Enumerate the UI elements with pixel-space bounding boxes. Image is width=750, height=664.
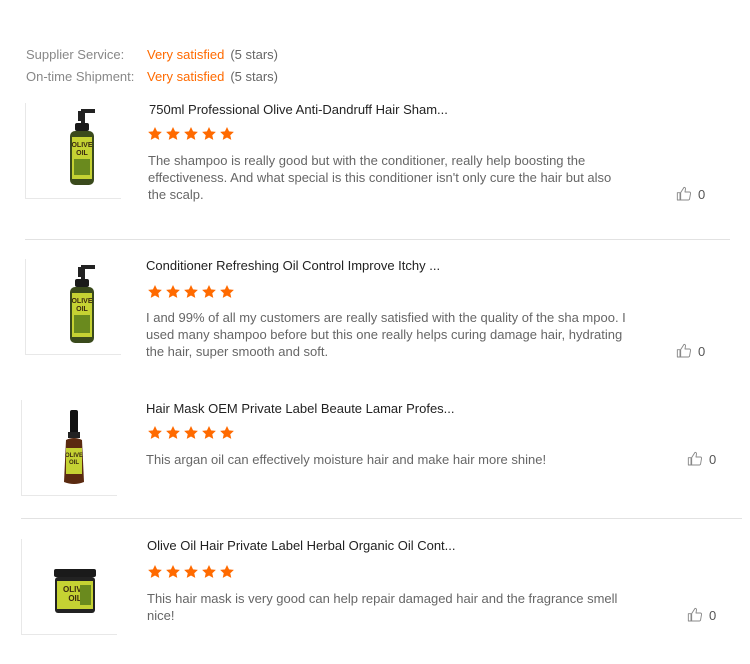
rating-value: Very satisfied xyxy=(147,47,225,62)
rating-summary: Supplier Service: Very satisfied (5 stars)… xyxy=(26,44,278,88)
svg-text:OLIVE: OLIVE xyxy=(71,298,92,305)
like-count: 0 xyxy=(698,343,706,359)
star-icon xyxy=(147,564,163,580)
star-icon xyxy=(219,564,235,580)
review-text: This argan oil can effectively moisture … xyxy=(146,452,547,467)
olive-oil-pump-bottle-icon: OLIVE OIL xyxy=(70,265,95,343)
svg-text:OLIVE: OLIVE xyxy=(65,453,83,459)
star-rating xyxy=(147,425,237,443)
thumbs-up-icon xyxy=(676,186,692,201)
ontime-shipment-rating: On-time Shipment: Very satisfied (5 stars) xyxy=(26,66,278,88)
product-title-link[interactable]: Hair Mask OEM Private Label Beaute Lamar… xyxy=(146,401,455,416)
olive-oil-dropper-bottle-icon: OLIVE OIL xyxy=(64,410,84,484)
star-icon xyxy=(183,284,199,300)
thumbs-up-icon xyxy=(676,343,692,358)
like-button[interactable]: 0 xyxy=(676,186,705,202)
svg-text:OIL: OIL xyxy=(68,594,81,603)
supplier-service-rating: Supplier Service: Very satisfied (5 stars) xyxy=(26,44,278,66)
star-icon xyxy=(201,425,217,441)
star-icon xyxy=(165,284,181,300)
review-divider xyxy=(21,518,742,519)
star-rating xyxy=(147,564,237,582)
rating-stars-text: (5 stars) xyxy=(230,69,278,84)
product-thumbnail[interactable]: OLIVE OIL xyxy=(25,103,121,199)
star-icon xyxy=(165,564,181,580)
star-icon xyxy=(219,425,235,441)
star-icon xyxy=(219,284,235,300)
star-icon xyxy=(183,564,199,580)
product-title-link[interactable]: 750ml Professional Olive Anti-Dandruff H… xyxy=(149,102,448,117)
thumbs-up-icon xyxy=(687,451,703,466)
svg-text:OLIVE: OLIVE xyxy=(71,142,92,149)
product-thumbnail[interactable]: OLIVE OIL xyxy=(21,539,117,635)
review-text: The shampoo is really good but with the … xyxy=(148,153,612,202)
like-count: 0 xyxy=(709,451,717,467)
star-rating xyxy=(147,284,237,302)
olive-oil-pump-bottle-icon: OLIVE OIL xyxy=(70,109,95,185)
svg-text:OIL: OIL xyxy=(76,306,88,313)
like-button[interactable]: 0 xyxy=(676,343,705,359)
review-divider xyxy=(25,239,730,240)
star-icon xyxy=(165,126,181,142)
like-count: 0 xyxy=(709,607,717,623)
like-button[interactable]: 0 xyxy=(687,451,716,467)
star-icon xyxy=(147,425,163,441)
star-icon xyxy=(183,126,199,142)
star-icon xyxy=(147,126,163,142)
product-title-link[interactable]: Conditioner Refreshing Oil Control Impro… xyxy=(146,258,440,273)
rating-value: Very satisfied xyxy=(147,69,225,84)
star-icon xyxy=(183,425,199,441)
product-thumbnail[interactable]: OLIVE OIL xyxy=(21,400,117,496)
rating-stars-text: (5 stars) xyxy=(230,47,278,62)
star-icon xyxy=(201,284,217,300)
svg-text:OIL: OIL xyxy=(69,460,79,466)
star-icon xyxy=(147,284,163,300)
like-count: 0 xyxy=(698,186,706,202)
star-icon xyxy=(201,564,217,580)
review-text: This hair mask is very good can help rep… xyxy=(147,591,618,623)
star-rating xyxy=(147,126,237,144)
star-icon xyxy=(201,126,217,142)
product-thumbnail[interactable]: OLIVE OIL xyxy=(25,259,121,355)
star-icon xyxy=(219,126,235,142)
thumbs-up-icon xyxy=(687,607,703,622)
star-icon xyxy=(165,425,181,441)
rating-label: Supplier Service: xyxy=(26,47,125,62)
product-title-link[interactable]: Olive Oil Hair Private Label Herbal Orga… xyxy=(147,538,456,553)
review-text: I and 99% of all my customers are really… xyxy=(146,310,626,359)
svg-text:OIL: OIL xyxy=(76,150,88,157)
like-button[interactable]: 0 xyxy=(687,607,716,623)
olive-oil-jar-icon: OLIVE OIL xyxy=(54,569,96,613)
rating-label: On-time Shipment: xyxy=(26,69,135,84)
